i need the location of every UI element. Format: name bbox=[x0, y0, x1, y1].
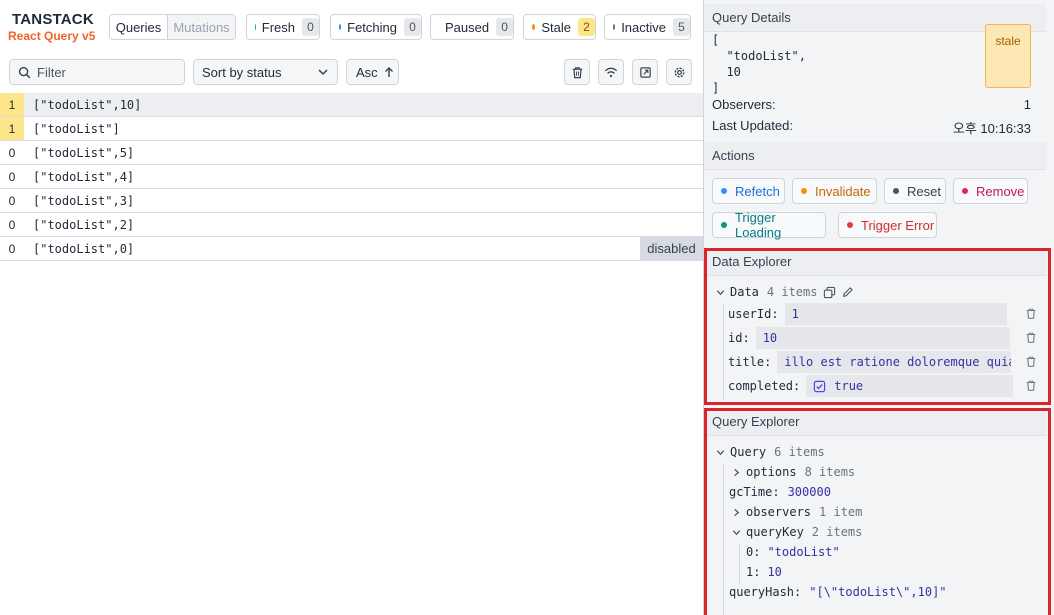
query-row[interactable]: 0 ["todoList",3] bbox=[0, 189, 703, 213]
trigger-loading-dot-icon bbox=[721, 222, 727, 228]
query-key: ["todoList",0] bbox=[33, 241, 135, 256]
refetch-dot-icon bbox=[721, 188, 727, 194]
remove-button[interactable]: Remove bbox=[953, 178, 1028, 204]
observers-label: Observers: bbox=[712, 97, 776, 112]
mode-toggle: Queries Mutations bbox=[109, 14, 236, 40]
filter-paused-count: 0 bbox=[496, 18, 514, 36]
last-updated-row: Last Updated: 오후 10:16:33 bbox=[712, 118, 1031, 137]
observers-row: Observers: 1 bbox=[712, 97, 1031, 112]
observer-count: 0 bbox=[8, 193, 16, 208]
filter-paused[interactable]: Paused 0 bbox=[430, 14, 514, 40]
stale-dot-icon bbox=[532, 24, 536, 30]
popout-icon bbox=[639, 66, 651, 78]
tab-queries[interactable]: Queries bbox=[110, 15, 168, 39]
search-icon bbox=[18, 66, 31, 78]
filter-inactive[interactable]: Inactive 5 bbox=[604, 14, 691, 40]
filter-fetching[interactable]: Fetching 0 bbox=[330, 14, 422, 40]
query-toolbar: Filter Sort by status Asc bbox=[0, 56, 703, 90]
query-row[interactable]: 0 ["todoList",5] bbox=[0, 141, 703, 165]
wifi-icon bbox=[604, 67, 618, 77]
sort-select[interactable]: Sort by status bbox=[193, 59, 338, 85]
refetch-button[interactable]: Refetch bbox=[712, 178, 785, 204]
filter-input[interactable]: Filter bbox=[9, 59, 185, 85]
filter-stale[interactable]: Stale 2 bbox=[523, 14, 596, 40]
query-key: ["todoList",5] bbox=[33, 145, 135, 160]
query-details-panel: Query Details [ "todoList", 10 ] stale O… bbox=[704, 0, 1054, 615]
arrow-up-icon bbox=[384, 67, 393, 77]
invalidate-dot-icon bbox=[801, 188, 807, 194]
chevron-down-icon bbox=[318, 69, 328, 76]
filter-paused-label: Paused bbox=[445, 19, 490, 35]
tab-mutations[interactable]: Mutations bbox=[168, 15, 235, 39]
query-row[interactable]: 1 ["todoList"] bbox=[0, 117, 703, 141]
query-rows: 1 ["todoList",10] 1 ["todoList"] 0 ["tod… bbox=[0, 93, 703, 261]
brand-title: TANSTACK bbox=[12, 11, 94, 28]
remove-label: Remove bbox=[976, 183, 1025, 199]
query-row[interactable]: 0 ["todoList",0] disabled bbox=[0, 237, 703, 261]
sort-order-button[interactable]: Asc bbox=[346, 59, 399, 85]
sort-value: Sort by status bbox=[202, 64, 282, 80]
observer-count: 0 bbox=[8, 145, 16, 160]
highlight-box-query-explorer bbox=[704, 408, 1051, 615]
filter-inactive-count: 5 bbox=[673, 18, 690, 36]
reset-label: Reset bbox=[907, 183, 941, 199]
trigger-error-label: Trigger Error bbox=[861, 217, 935, 233]
filter-stale-label: Stale bbox=[541, 19, 571, 35]
observers-value: 1 bbox=[1023, 97, 1031, 112]
trigger-error-dot-icon bbox=[847, 222, 853, 228]
online-toggle-button[interactable] bbox=[598, 59, 624, 85]
filter-stale-count: 2 bbox=[578, 18, 595, 36]
fetching-dot-icon bbox=[339, 24, 342, 30]
query-row[interactable]: 0 ["todoList",4] bbox=[0, 165, 703, 189]
reset-dot-icon bbox=[893, 188, 899, 194]
query-key: ["todoList",4] bbox=[33, 169, 135, 184]
trigger-loading-label: Trigger Loading bbox=[734, 210, 782, 240]
sort-order-label: Asc bbox=[356, 64, 378, 80]
trash-icon bbox=[572, 66, 582, 78]
filter-fetching-label: Fetching bbox=[347, 19, 397, 35]
query-row[interactable]: 1 ["todoList",10] bbox=[0, 93, 703, 117]
trigger-error-button[interactable]: Trigger Error bbox=[838, 212, 937, 238]
query-key: ["todoList",2] bbox=[33, 217, 135, 232]
observer-count: 1 bbox=[0, 117, 24, 140]
filter-inactive-label: Inactive bbox=[621, 19, 666, 35]
settings-button[interactable] bbox=[666, 59, 692, 85]
last-updated-value: 오후 10:16:33 bbox=[952, 121, 1031, 136]
invalidate-label: Invalidate bbox=[815, 183, 871, 199]
query-key-text: [ "todoList", 10 ] bbox=[712, 33, 806, 95]
refetch-label: Refetch bbox=[735, 183, 780, 199]
trigger-loading-button[interactable]: Trigger Loading bbox=[712, 210, 826, 240]
inactive-dot-icon bbox=[613, 24, 616, 30]
status-badge: stale bbox=[985, 24, 1031, 88]
observer-count: 0 bbox=[8, 241, 16, 256]
filter-fresh-label: Fresh bbox=[261, 19, 295, 35]
actions-header: Actions bbox=[704, 142, 1046, 170]
query-list-panel: TANSTACK React Query v5 Queries Mutation… bbox=[0, 0, 703, 615]
reset-button[interactable]: Reset bbox=[884, 178, 946, 204]
filter-fresh-count: 0 bbox=[302, 18, 319, 36]
brand-subtitle: React Query v5 bbox=[8, 29, 96, 43]
observer-count: 1 bbox=[0, 93, 24, 116]
devtools-header: TANSTACK React Query v5 Queries Mutation… bbox=[0, 0, 703, 50]
clear-cache-button[interactable] bbox=[564, 59, 590, 85]
query-row[interactable]: 0 ["todoList",2] bbox=[0, 213, 703, 237]
invalidate-button[interactable]: Invalidate bbox=[792, 178, 877, 204]
highlight-box-data-explorer bbox=[704, 248, 1051, 405]
settings-icon bbox=[674, 67, 684, 77]
popout-button[interactable] bbox=[632, 59, 658, 85]
query-key: ["todoList"] bbox=[33, 121, 120, 136]
filter-fetching-count: 0 bbox=[404, 18, 421, 36]
remove-dot-icon bbox=[962, 188, 968, 194]
query-key: ["todoList",10] bbox=[33, 97, 142, 112]
filter-fresh[interactable]: Fresh 0 bbox=[246, 14, 320, 40]
filter-placeholder: Filter bbox=[37, 64, 66, 80]
query-key: ["todoList",3] bbox=[33, 193, 135, 208]
disabled-badge: disabled bbox=[640, 237, 703, 260]
fresh-dot-icon bbox=[255, 24, 256, 30]
last-updated-label: Last Updated: bbox=[712, 118, 793, 133]
observer-count: 0 bbox=[8, 217, 16, 232]
observer-count: 0 bbox=[8, 169, 16, 184]
